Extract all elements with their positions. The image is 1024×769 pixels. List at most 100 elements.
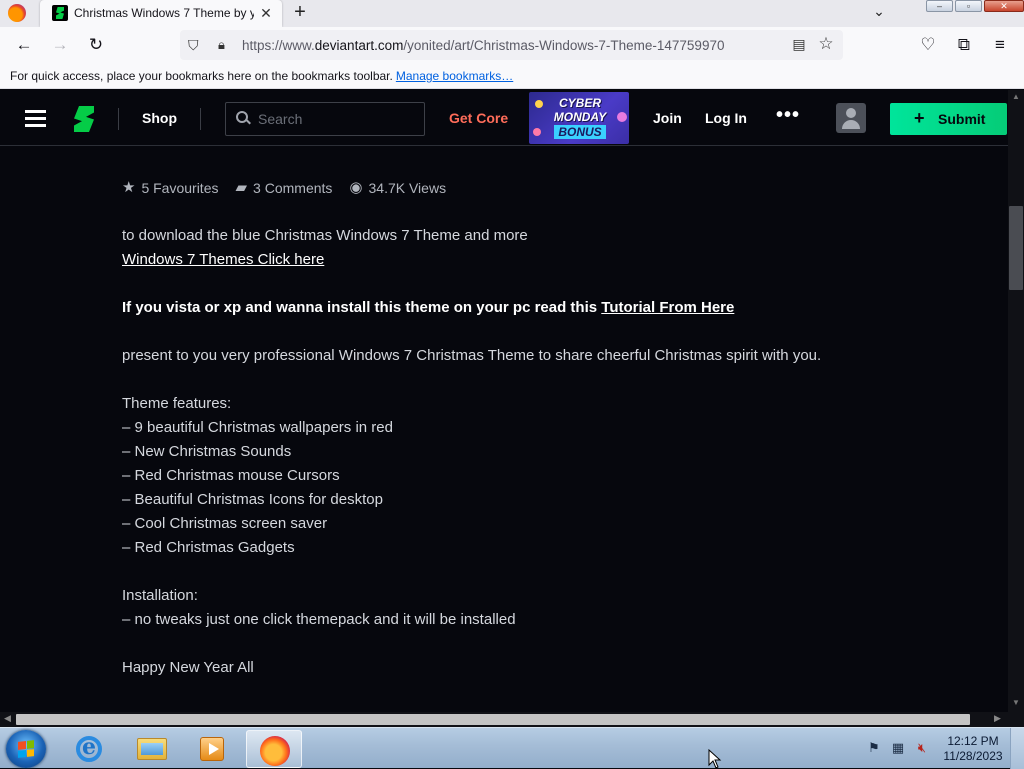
bookmarks-hint-text: For quick access, place your bookmarks h…	[10, 69, 393, 83]
comments-count: 3 Comments	[253, 180, 333, 196]
favourites-stat[interactable]: ★ 5 Favourites	[122, 180, 219, 196]
browser-nav-bar: ← → ↻ ⛉ 🔒︎ https://www.deviantart.com/yo…	[0, 27, 1024, 63]
windows-taskbar: ⚑ ▦ 🔇︎ 12:12 PM 11/28/2023	[0, 727, 1024, 769]
avatar[interactable]	[836, 103, 866, 133]
submit-label: Submit	[938, 111, 986, 127]
tab-active[interactable]: Christmas Windows 7 Theme by yonited on …	[40, 0, 282, 27]
lock-icon[interactable]: 🔒︎	[218, 37, 232, 53]
promo-line-3: BONUS	[554, 125, 606, 139]
extensions-icon[interactable]: ⧉	[953, 34, 975, 56]
eye-icon: ◉	[349, 179, 363, 196]
ornament-icon	[533, 128, 541, 136]
tab-close-icon[interactable]: ✕	[256, 3, 276, 23]
horizontal-scrollbar[interactable]: ◀ ▶	[0, 712, 1008, 727]
join-link[interactable]: Join	[653, 110, 682, 126]
windows-7-themes-link[interactable]: Windows 7 Themes Click here	[122, 251, 324, 268]
installation-text: – no tweaks just one click themepack and…	[122, 611, 516, 628]
taskbar-firefox[interactable]	[246, 730, 302, 768]
search-box[interactable]	[225, 102, 425, 136]
divider	[200, 108, 201, 130]
site-header: Shop Get Core CYBER MONDAY BONUS Join Lo…	[0, 90, 1008, 146]
new-tab-button[interactable]: +	[288, 1, 312, 25]
shop-link[interactable]: Shop	[142, 110, 177, 126]
vertical-scrollbar[interactable]: ▲ ▼	[1008, 90, 1024, 712]
cyber-monday-promo-banner[interactable]: CYBER MONDAY BONUS	[529, 92, 629, 144]
taskbar-internet-explorer[interactable]	[62, 730, 118, 768]
deviantart-favicon-icon	[52, 5, 68, 21]
url-bar[interactable]: ⛉ 🔒︎ https://www.deviantart.com/yonited/…	[180, 30, 843, 60]
reload-icon[interactable]: ↻	[85, 34, 107, 56]
maximize-button[interactable]: ▫	[955, 0, 982, 12]
closing-text: Happy New Year All	[122, 659, 254, 676]
more-options-icon[interactable]: •••	[776, 104, 800, 128]
scrollbar-corner	[1008, 712, 1024, 727]
list-all-tabs-chevron-icon[interactable]: ⌄	[868, 3, 890, 23]
favourites-count: 5 Favourites	[141, 180, 219, 196]
bookmarks-hint: For quick access, place your bookmarks h…	[10, 69, 513, 83]
pocket-icon[interactable]: ♡	[917, 34, 939, 56]
get-core-link[interactable]: Get Core	[449, 110, 508, 126]
taskbar-media-player[interactable]	[184, 730, 240, 768]
feature-item: – Red Christmas Gadgets	[122, 539, 295, 556]
taskbar-clock[interactable]: 12:12 PM 11/28/2023	[942, 734, 1004, 764]
clock-time: 12:12 PM	[947, 734, 999, 748]
back-icon[interactable]: ←	[13, 34, 35, 56]
feature-item: – Beautiful Christmas Icons for desktop	[122, 491, 383, 508]
scroll-right-icon[interactable]: ▶	[994, 713, 1001, 724]
show-desktop-button[interactable]	[1010, 728, 1024, 769]
comments-stat[interactable]: ▰ 3 Comments	[236, 180, 333, 196]
start-button[interactable]	[6, 730, 46, 768]
search-icon	[236, 111, 250, 125]
bookmarks-toolbar: For quick access, place your bookmarks h…	[0, 63, 1024, 89]
folder-icon	[137, 738, 167, 760]
tab-title: Christmas Windows 7 Theme by yonited on …	[74, 6, 254, 20]
url-path: /yonited/art/Christmas-Windows-7-Theme-1…	[403, 38, 725, 53]
views-stat: ◉ 34.7K Views	[349, 180, 446, 196]
divider	[118, 108, 119, 130]
tutorial-paragraph: If you vista or xp and wanna install thi…	[122, 296, 1002, 320]
tutorial-text: If you vista or xp and wanna install thi…	[122, 299, 602, 316]
tutorial-link[interactable]: Tutorial From Here	[601, 299, 734, 316]
manage-bookmarks-link[interactable]: Manage bookmarks…	[396, 69, 513, 83]
menu-icon[interactable]: ≡	[989, 34, 1011, 56]
scroll-down-icon[interactable]: ▼	[1011, 698, 1021, 707]
features-title: Theme features:	[122, 395, 232, 412]
volume-muted-icon[interactable]: 🔇︎	[914, 740, 930, 756]
feature-item: – Red Christmas mouse Cursors	[122, 467, 340, 484]
login-link[interactable]: Log In	[705, 110, 747, 126]
network-icon[interactable]: ▦	[890, 740, 906, 756]
firefox-icon	[260, 736, 290, 766]
scroll-up-icon[interactable]: ▲	[1011, 92, 1021, 101]
firefox-logo-icon[interactable]	[8, 4, 26, 22]
scroll-left-icon[interactable]: ◀	[4, 713, 11, 724]
vertical-scroll-thumb[interactable]	[1009, 206, 1023, 290]
url-domain: deviantart.com	[314, 38, 404, 53]
url-prefix: https://www.	[242, 38, 315, 53]
close-window-button[interactable]: ✕	[984, 0, 1024, 12]
shield-icon[interactable]: ⛉	[188, 37, 202, 53]
window-controls: – ▫ ✕	[926, 0, 1024, 14]
forward-icon[interactable]: →	[49, 34, 71, 56]
promo-line-2: MONDAY	[553, 110, 607, 124]
browser-tab-bar: Christmas Windows 7 Theme by yonited on …	[0, 0, 1024, 27]
reader-icon[interactable]: ▤	[790, 36, 808, 54]
horizontal-scroll-thumb[interactable]	[16, 714, 970, 725]
media-player-icon	[200, 737, 224, 761]
url-text[interactable]: https://www.deviantart.com/yonited/art/C…	[242, 38, 724, 53]
clock-date: 11/28/2023	[943, 749, 1003, 763]
submit-button[interactable]: + Submit	[890, 103, 1007, 135]
system-tray: ⚑ ▦ 🔇︎	[866, 740, 936, 758]
deviantart-logo-icon[interactable]	[74, 106, 94, 132]
minimize-button[interactable]: –	[926, 0, 953, 12]
plus-icon: +	[914, 108, 925, 128]
taskbar-file-explorer[interactable]	[124, 730, 180, 768]
intro-text: present to you very professional Windows…	[122, 347, 822, 364]
hamburger-menu-icon[interactable]	[25, 110, 46, 127]
action-center-flag-icon[interactable]: ⚑	[866, 740, 882, 756]
ornament-icon	[535, 100, 543, 108]
feature-item: – New Christmas Sounds	[122, 443, 292, 460]
views-count: 34.7K Views	[368, 180, 447, 196]
search-input[interactable]	[258, 110, 418, 128]
star-icon[interactable]: ☆	[816, 34, 836, 54]
installation-title: Installation:	[122, 587, 198, 604]
